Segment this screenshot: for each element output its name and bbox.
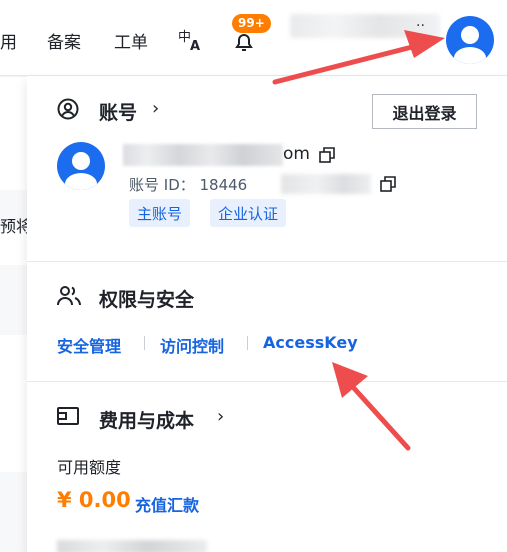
top-navigation-bar: 用 备案 工单 中 A 99+ ·· <box>0 0 507 76</box>
subrole-redacted <box>380 44 435 64</box>
nav-item-filing[interactable]: 备案 <box>47 28 81 53</box>
more-dots: ·· <box>416 18 425 34</box>
chevron-right-icon[interactable]: › <box>217 406 224 427</box>
user-circle-icon <box>57 98 79 124</box>
divider <box>27 261 507 262</box>
account-title[interactable]: 账号 <box>99 98 137 125</box>
truncated-content <box>57 540 207 552</box>
access-control-link[interactable]: 访问控制 <box>160 333 224 357</box>
copy-icon[interactable] <box>380 176 396 196</box>
user-avatar <box>57 142 105 190</box>
avatar[interactable] <box>446 16 494 64</box>
nav-item-tickets[interactable]: 工单 <box>114 28 148 53</box>
users-icon <box>57 285 81 311</box>
billing-title[interactable]: 费用与成本 <box>99 406 194 433</box>
main-account-tag: 主账号 <box>129 199 191 227</box>
link-separator <box>247 336 248 350</box>
logout-button[interactable]: 退出登录 <box>372 94 477 129</box>
account-dropdown-panel: 账号 › 退出登录 om 账号 ID： 18446 主账号 企业认证 权限与安全… <box>27 76 507 552</box>
accesskey-link[interactable]: AccessKey <box>263 333 358 352</box>
background-row <box>0 472 27 552</box>
background-row <box>0 265 27 335</box>
svg-text:A: A <box>190 39 200 52</box>
bell-icon[interactable] <box>232 30 256 58</box>
enterprise-verified-tag: 企业认证 <box>210 199 287 227</box>
credit-value: ¥ 0.00 <box>57 488 131 512</box>
background-page-strip <box>0 77 27 552</box>
security-title: 权限与安全 <box>99 289 195 311</box>
notification-badge: 99+ <box>232 14 271 33</box>
email-suffix: om <box>283 144 310 164</box>
wallet-icon <box>57 406 79 430</box>
security-management-link[interactable]: 安全管理 <box>57 333 121 357</box>
account-id: 账号 ID： 18446 <box>129 176 248 194</box>
translate-icon[interactable]: 中 A <box>178 28 204 56</box>
copy-icon[interactable] <box>319 147 335 167</box>
recharge-link[interactable]: 充值汇款 <box>135 492 199 516</box>
chevron-right-icon[interactable]: › <box>152 98 159 119</box>
divider <box>27 381 507 382</box>
link-separator <box>144 336 145 350</box>
account-id-redacted <box>281 174 371 194</box>
credit-label: 可用额度 <box>57 458 122 477</box>
email-redacted <box>123 144 283 166</box>
nav-item-partial[interactable]: 用 <box>0 28 17 53</box>
